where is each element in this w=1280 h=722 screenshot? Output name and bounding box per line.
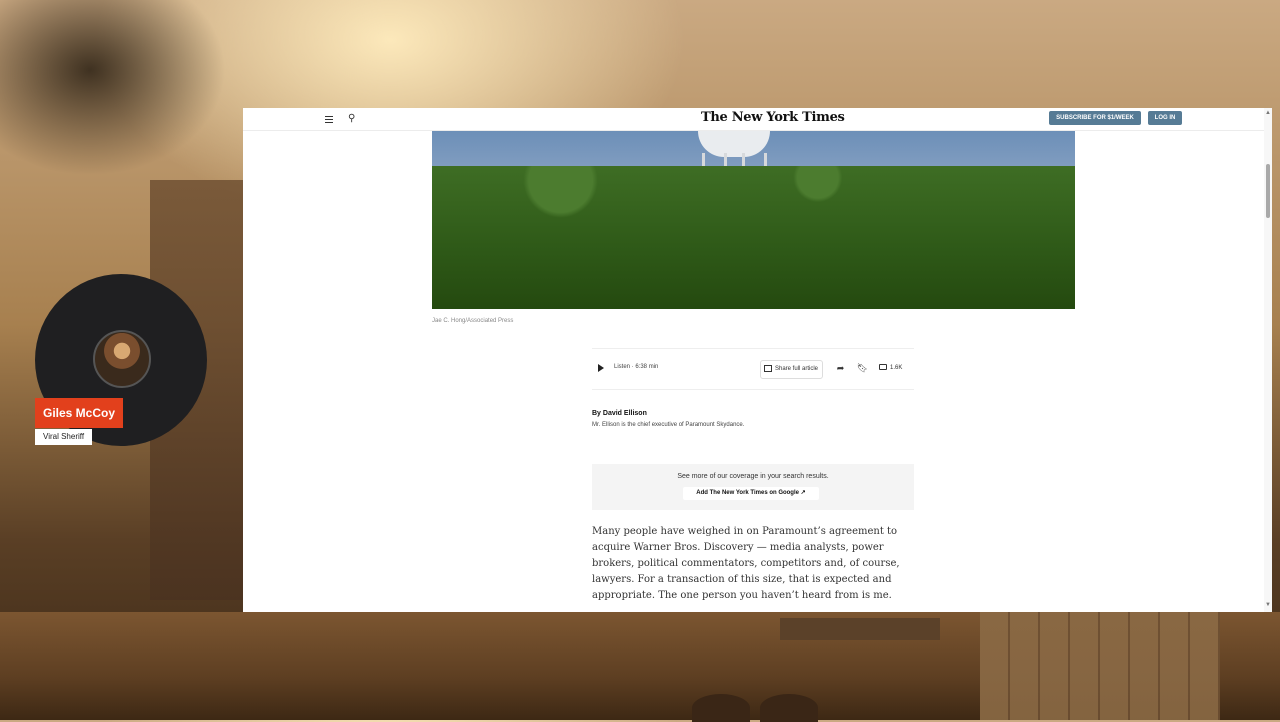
name-subtitle: Viral Sheriff — [35, 429, 93, 445]
share-icon[interactable]: ➦ — [832, 360, 849, 377]
site-logo[interactable]: The New York Times — [701, 110, 845, 125]
background-barrel — [760, 694, 818, 722]
subscribe-button[interactable]: SUBSCRIBE FOR $1/WEEK — [1049, 111, 1141, 125]
gift-icon — [764, 364, 772, 372]
scroll-down-arrow-icon[interactable]: ▼ — [1265, 602, 1271, 608]
share-full-article-button[interactable]: Share full article — [760, 360, 824, 379]
background-barrel — [692, 694, 750, 722]
share-full-article-label: Share full article — [775, 366, 819, 372]
listen-button[interactable]: Listen · 6:38 min — [614, 364, 658, 370]
article-toolbar: Listen · 6:38 min Share full article ➦ 🔖… — [592, 348, 914, 390]
article-body-paragraph: Many people have weighed in on Paramount… — [592, 526, 900, 601]
hamburger-menu-icon[interactable] — [325, 114, 335, 124]
google-promo: See more of our coverage in your search … — [592, 464, 914, 510]
background-boardwalk — [980, 612, 1220, 720]
byline-author[interactable]: By David Ellison — [592, 410, 647, 417]
photo-credit: Jae C. Hong/Associated Press — [432, 318, 514, 324]
search-icon[interactable]: ⚲ — [348, 113, 355, 124]
scrollbar-thumb[interactable] — [1266, 164, 1270, 218]
bookmark-icon[interactable]: 🔖︎ — [854, 360, 871, 377]
background-bench — [780, 618, 940, 640]
water-tower — [684, 131, 784, 185]
login-button[interactable]: LOG IN — [1148, 111, 1182, 125]
scrollbar[interactable]: ▲ ▼ — [1264, 108, 1272, 612]
browser-window: ⚲ The New York Times SUBSCRIBE FOR $1/WE… — [243, 108, 1272, 612]
avatar — [93, 330, 151, 388]
comments-button[interactable]: 1.6K — [879, 360, 902, 377]
name-tag: Giles McCoy — [35, 398, 124, 428]
hero-image — [432, 131, 1075, 309]
site-header: ⚲ The New York Times SUBSCRIBE FOR $1/WE… — [243, 108, 1272, 131]
scroll-up-arrow-icon[interactable]: ▲ — [1265, 110, 1271, 116]
comment-bubble-icon — [879, 364, 887, 371]
google-promo-text: See more of our coverage in your search … — [677, 473, 829, 480]
play-icon[interactable] — [598, 364, 604, 372]
hedge — [432, 166, 1075, 309]
byline-description: Mr. Ellison is the chief executive of Pa… — [592, 422, 745, 428]
comments-count: 1.6K — [890, 365, 903, 371]
add-nyt-google-button[interactable]: Add The New York Times on Google ↗ — [683, 487, 819, 500]
